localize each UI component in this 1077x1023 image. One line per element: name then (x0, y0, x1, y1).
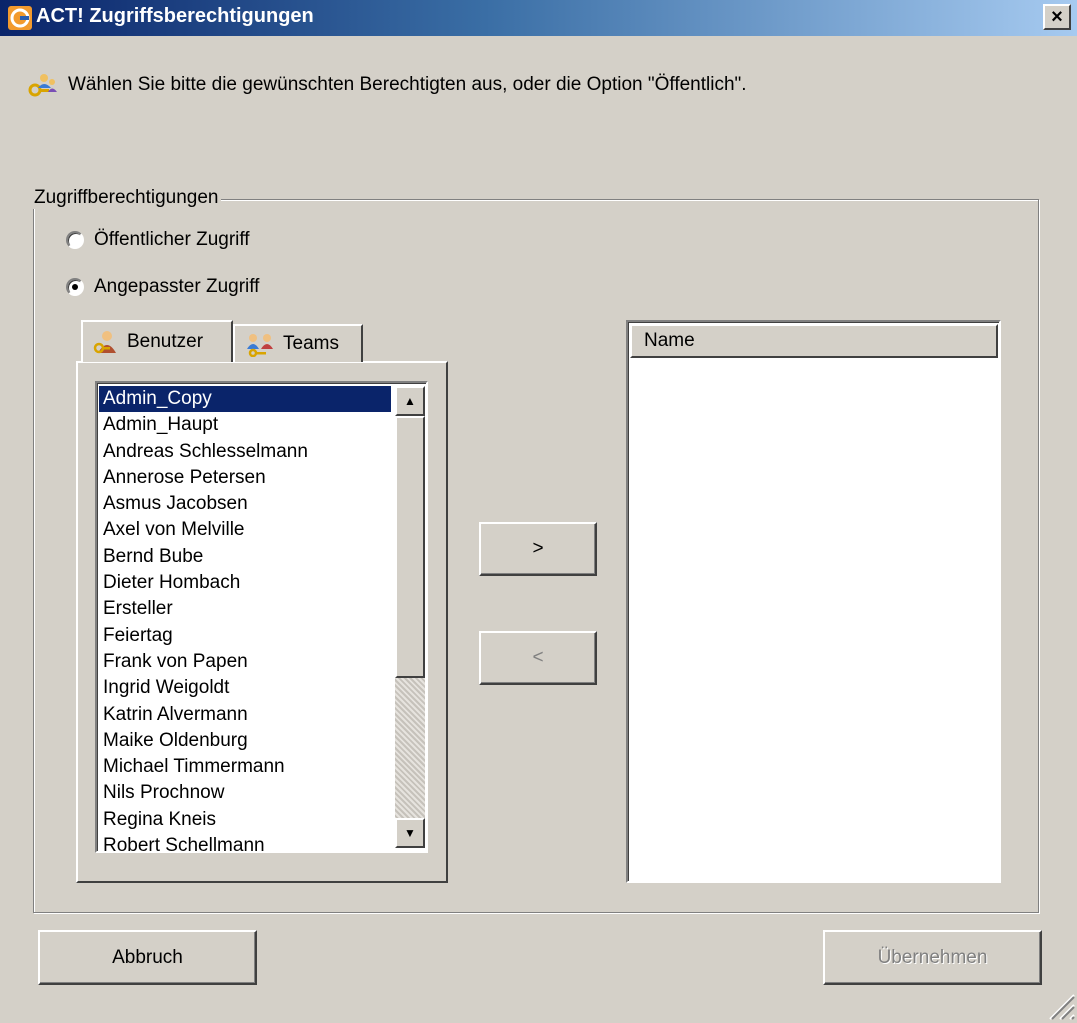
user-icon (93, 331, 116, 354)
apply-button[interactable]: Übernehmen (823, 930, 1042, 985)
radio-custom-indicator[interactable] (66, 278, 84, 296)
list-item[interactable]: Asmus Jacobsen (99, 491, 391, 517)
list-item[interactable]: Ingrid Weigoldt (99, 675, 391, 701)
apply-button-label: Übernehmen (877, 946, 988, 968)
public-access-label: Öffentlicher Zugriff (94, 229, 250, 250)
list-item[interactable]: Katrin Alvermann (99, 702, 391, 728)
list-item[interactable]: Frank von Papen (99, 649, 391, 675)
list-item[interactable]: Admin_Haupt (99, 412, 391, 438)
act-app-icon (8, 6, 32, 30)
tab-benutzer[interactable]: Benutzer (81, 320, 233, 362)
custom-access-label: Angepasster Zugriff (94, 276, 260, 297)
list-item[interactable]: Axel von Melville (99, 517, 391, 543)
scroll-down-button[interactable]: ▼ (395, 818, 425, 848)
custom-access-radio[interactable]: Angepasster Zugriff (66, 276, 259, 298)
team-icon (247, 334, 273, 357)
list-item[interactable]: Maike Oldenburg (99, 728, 391, 754)
list-item[interactable]: Ersteller (99, 596, 391, 622)
tab-teams[interactable]: Teams (233, 324, 363, 362)
tab-teams-label: Teams (283, 333, 339, 354)
tab-benutzer-label: Benutzer (127, 331, 204, 352)
groupbox-label: Zugriffberechtigungen (32, 187, 221, 209)
public-access-radio[interactable]: Öffentlicher Zugriff (66, 229, 250, 251)
list-item[interactable]: Bernd Bube (99, 544, 391, 570)
list-item[interactable]: Robert Schellmann (99, 833, 391, 851)
resize-grip-icon[interactable] (1040, 985, 1076, 1021)
arrow-up-icon: ▲ (404, 394, 416, 408)
remove-button-label: < (532, 647, 544, 668)
radio-public-indicator[interactable] (66, 231, 84, 249)
list-item[interactable]: Dieter Hombach (99, 570, 391, 596)
add-button[interactable]: > (479, 522, 597, 576)
close-icon: × (1051, 6, 1063, 28)
list-item[interactable]: Regina Kneis (99, 807, 391, 833)
close-button[interactable]: × (1043, 4, 1071, 30)
list-item[interactable]: Feiertag (99, 623, 391, 649)
user-listbox[interactable]: Admin_Copy Admin_Haupt Andreas Schlesselma… (95, 381, 428, 853)
list-item[interactable]: Admin_Copy (99, 386, 391, 413)
vertical-scrollbar[interactable]: ▲ ▼ (395, 386, 425, 848)
scroll-up-button[interactable]: ▲ (395, 386, 425, 416)
instruction-text: Wählen Sie bitte die gewünschten Berecht… (68, 74, 747, 95)
cancel-button[interactable]: Abbruch (38, 930, 257, 985)
selected-listview[interactable]: Name (626, 320, 1001, 883)
list-item[interactable]: Annerose Petersen (99, 465, 391, 491)
list-item[interactable]: Nils Prochnow (99, 780, 391, 806)
list-item[interactable]: Andreas Schlesselmann (99, 439, 391, 465)
list-item[interactable]: Michael Timmermann (99, 754, 391, 780)
window-title: ACT! Zugriffsberechtigungen (36, 5, 314, 27)
users-key-icon (28, 74, 57, 97)
column-header-name[interactable]: Name (630, 324, 998, 358)
arrow-down-icon: ▼ (404, 826, 416, 840)
remove-button[interactable]: < (479, 631, 597, 685)
user-items: Admin_Copy Admin_Haupt Andreas Schlesselma… (99, 386, 391, 851)
scrollbar-thumb[interactable] (395, 416, 425, 678)
add-button-label: > (532, 538, 544, 559)
cancel-button-label: Abbruch (112, 946, 183, 968)
